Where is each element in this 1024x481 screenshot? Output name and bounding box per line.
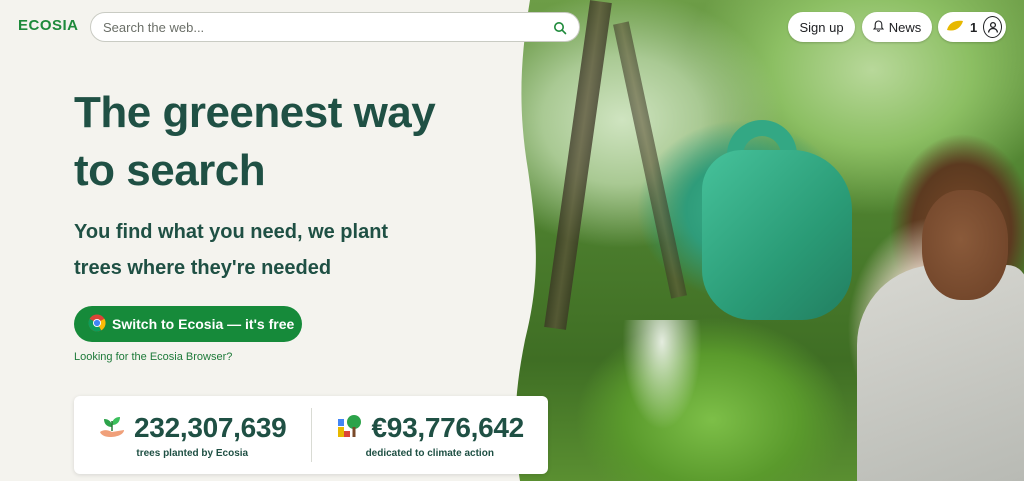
climate-action-caption: dedicated to climate action	[365, 447, 494, 459]
search-bar[interactable]	[90, 12, 580, 42]
sign-up-button[interactable]: Sign up	[788, 12, 855, 42]
news-button[interactable]: News	[862, 12, 932, 42]
search-input[interactable]	[103, 19, 553, 35]
news-label: News	[888, 19, 922, 35]
tree-blocks-icon	[336, 413, 364, 443]
trees-planted-caption: trees planted by Ecosia	[136, 447, 249, 459]
hero-photo	[512, 0, 1024, 481]
bell-icon	[872, 19, 884, 35]
title-line-2: to search	[74, 146, 266, 195]
chrome-icon	[88, 314, 106, 335]
sprout-icon	[98, 413, 126, 443]
user-icon[interactable]	[983, 16, 1002, 38]
money-stat: €93,776,642 dedicated to climate action	[312, 396, 549, 474]
trees-stat: 232,307,639 trees planted by Ecosia	[74, 396, 311, 474]
ecosia-browser-link[interactable]: Looking for the Ecosia Browser?	[74, 351, 232, 363]
cta-label: Switch to Ecosia — it's free	[112, 316, 295, 332]
subtitle-line-1: You find what you need, we plant	[74, 221, 389, 243]
title-line-1: The greenest way	[74, 88, 436, 137]
leaf-icon	[946, 20, 964, 35]
switch-to-ecosia-button[interactable]: Switch to Ecosia — it's free	[74, 306, 302, 342]
subtitle: You find what you need, we plant trees w…	[74, 214, 434, 286]
ecosia-logo[interactable]: ECOSIA	[18, 17, 79, 34]
search-icon[interactable]	[553, 20, 567, 35]
trees-planted-count: 232,307,639	[134, 411, 287, 443]
tree-count: 1	[970, 19, 978, 35]
tree-counter-button[interactable]: 1	[938, 12, 1006, 42]
stats-card: 232,307,639 trees planted by Ecosia €93,…	[74, 396, 548, 474]
sign-up-label: Sign up	[799, 19, 844, 35]
page-title: The greenest way to search	[74, 84, 494, 200]
climate-action-amount: €93,776,642	[371, 411, 525, 443]
subtitle-line-2: trees where they're needed	[74, 257, 332, 279]
